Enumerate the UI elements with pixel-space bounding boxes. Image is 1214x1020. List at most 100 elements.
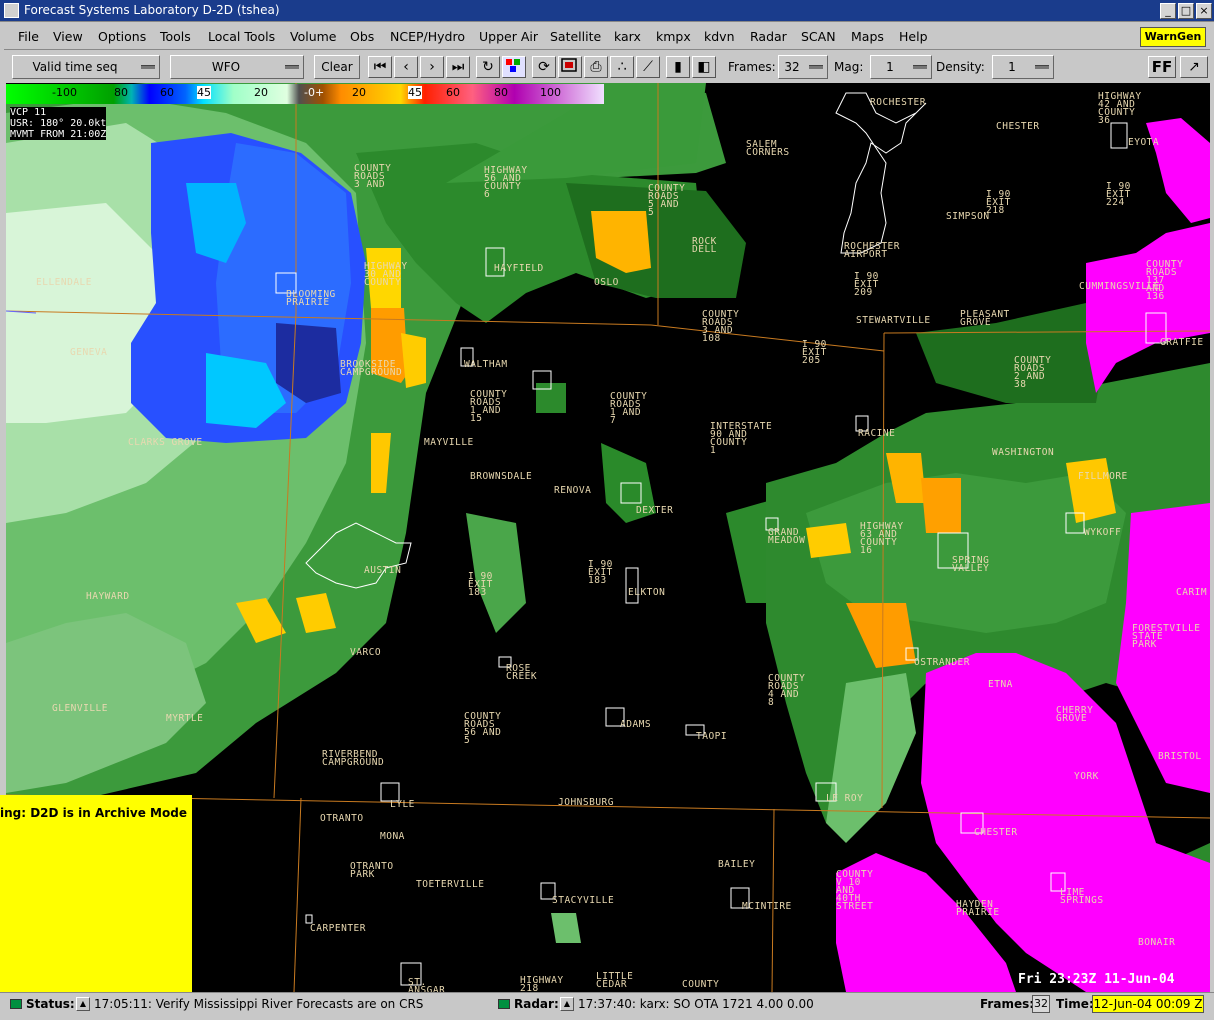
town-label: BAILEY <box>718 859 756 870</box>
menu-maps[interactable]: Maps <box>851 29 884 44</box>
next-frame-icon[interactable]: › <box>420 56 444 78</box>
radar-label: Radar: <box>514 997 559 1011</box>
menu-karx[interactable]: karx <box>614 29 641 44</box>
town-label: I 90 EXIT 183 <box>588 559 613 586</box>
time-value: 12-Jun-04 00:09 Z <box>1092 995 1204 1013</box>
town-label: CUMMINGSVILLE <box>1079 281 1160 292</box>
town-label: ROCHESTER AIRPORT <box>844 241 900 260</box>
town-label: HAYDEN PRAIRIE <box>956 899 1000 918</box>
town-label: HAYWARD <box>86 591 130 602</box>
town-label: WYKOFF <box>1084 527 1122 538</box>
radar-expand-icon[interactable]: ▲ <box>560 997 574 1011</box>
colorbar-label: -0+ <box>304 86 325 99</box>
town-label: OSTRANDER <box>914 657 970 668</box>
menu-kdvn[interactable]: kdvn <box>704 29 735 44</box>
town-label: ST. ANSGAR <box>408 977 446 992</box>
menu-radar[interactable]: Radar <box>750 29 787 44</box>
status-expand-icon[interactable]: ▲ <box>76 997 90 1011</box>
prev-frame-icon[interactable]: ‹ <box>394 56 418 78</box>
close-button[interactable]: × <box>1196 3 1212 19</box>
town-label: AUSTIN <box>364 565 402 576</box>
baseline-icon[interactable]: ⟋ <box>636 56 660 78</box>
dropdown-arrow-icon <box>913 65 927 69</box>
menu-file[interactable]: File <box>18 29 39 44</box>
mag-dropdown[interactable]: 1 <box>870 55 932 79</box>
town-label: ROSE CREEK <box>506 663 538 682</box>
app-icon[interactable] <box>4 3 19 18</box>
town-label: CHESTER <box>974 827 1018 838</box>
ff-button[interactable]: FF <box>1148 56 1176 78</box>
menu-scan[interactable]: SCAN <box>801 29 836 44</box>
dual-panel-icon[interactable]: ◧ <box>692 56 716 78</box>
dropdown-arrow-icon <box>285 65 299 69</box>
menu-local-tools[interactable]: Local Tools <box>208 29 275 44</box>
town-label: I 90 EXIT 224 <box>1106 181 1131 208</box>
print-icon[interactable]: ⎙ <box>584 56 608 78</box>
town-label: CARPENTER <box>310 923 366 934</box>
town-label: TOETERVILLE <box>416 879 485 890</box>
menu-ncep-hydro[interactable]: NCEP/Hydro <box>390 29 465 44</box>
town-label: MONA <box>380 831 405 842</box>
town-label: GRATFIE <box>1160 337 1204 348</box>
color-bar[interactable]: -100 80 60 45 20 -0+ 20 45 60 80 100 <box>6 84 604 104</box>
loop-icon[interactable]: ↻ <box>476 56 500 78</box>
cursor-icon[interactable]: ↗ <box>1180 56 1208 78</box>
archive-message: ing: D2D is in Archive Mode <box>0 806 187 820</box>
menu-upper-air[interactable]: Upper Air <box>479 29 538 44</box>
radar-led-icon <box>498 999 510 1009</box>
swap-icon[interactable] <box>558 56 582 78</box>
town-label: COUNTY ROADS 1 AND 15 <box>470 389 508 424</box>
scale-dropdown[interactable]: WFO <box>170 55 304 79</box>
dropdown-arrow-icon <box>809 65 823 69</box>
town-label: EYOTA <box>1128 137 1160 148</box>
town-label: RENOVA <box>554 485 592 496</box>
town-label: SPRING VALLEY <box>952 555 990 574</box>
town-label: TAOPI <box>696 731 728 742</box>
town-label: HIGHWAY 218 <box>520 975 564 992</box>
dropdown-arrow-icon <box>141 65 155 69</box>
town-label: MYRTLE <box>166 713 204 724</box>
town-label: OTRANTO <box>320 813 364 824</box>
clear-button[interactable]: Clear <box>314 55 360 79</box>
colorbar-label: 80 <box>494 86 508 99</box>
menu-options[interactable]: Options <box>98 29 146 44</box>
image-properties-icon[interactable] <box>502 56 526 78</box>
menu-obs[interactable]: Obs <box>350 29 374 44</box>
first-frame-icon[interactable]: ⏮ <box>368 56 392 78</box>
menu-volume[interactable]: Volume <box>290 29 337 44</box>
menu-kmpx[interactable]: kmpx <box>656 29 691 44</box>
title-bar[interactable]: Forecast Systems Laboratory D-2D (tshea)… <box>0 0 1214 22</box>
town-label: WALTHAM <box>464 359 508 370</box>
points-icon[interactable]: ∴ <box>610 56 634 78</box>
town-label: MAYVILLE <box>424 437 474 448</box>
refresh-icon[interactable]: ⟳ <box>532 56 556 78</box>
archive-mode-notice[interactable]: ing: D2D is in Archive Mode <box>0 795 192 994</box>
frames-dropdown[interactable]: 32 <box>778 55 828 79</box>
colorbar-label: 60 <box>160 86 174 99</box>
menu-view[interactable]: View <box>53 29 83 44</box>
status-label: Status: <box>26 997 75 1011</box>
town-label: COUNTY ROADS 56 AND 5 <box>464 711 502 746</box>
single-panel-icon[interactable]: ▮ <box>666 56 690 78</box>
last-frame-icon[interactable]: ⏭ <box>446 56 470 78</box>
status-text: 17:05:11: Verify Mississippi River Forec… <box>94 997 424 1011</box>
town-label: GRAND MEADOW <box>768 527 806 546</box>
town-label: HIGHWAY 30 AND COUNTY <box>364 261 408 288</box>
menu-help[interactable]: Help <box>899 29 928 44</box>
maximize-button[interactable]: □ <box>1178 3 1194 19</box>
density-label: Density: <box>936 60 985 74</box>
town-label: WASHINGTON <box>992 447 1055 458</box>
colorbar-label: 45 <box>408 86 422 99</box>
density-dropdown[interactable]: 1 <box>992 55 1054 79</box>
menu-satellite[interactable]: Satellite <box>550 29 601 44</box>
status-led-icon <box>10 999 22 1009</box>
town-label: I 90 EXIT 218 <box>986 189 1011 216</box>
warngen-button[interactable]: WarnGen <box>1140 27 1206 47</box>
town-label: BONAIR <box>1138 937 1176 948</box>
town-label: LIME SPRINGS <box>1060 887 1104 906</box>
mvmt-line: MVMT FROM 21:00Z <box>10 129 107 140</box>
time-mode-dropdown[interactable]: Valid time seq <box>12 55 160 79</box>
menu-tools[interactable]: Tools <box>160 29 191 44</box>
minimize-button[interactable]: _ <box>1160 3 1176 19</box>
colorbar-label: 20 <box>254 86 268 99</box>
